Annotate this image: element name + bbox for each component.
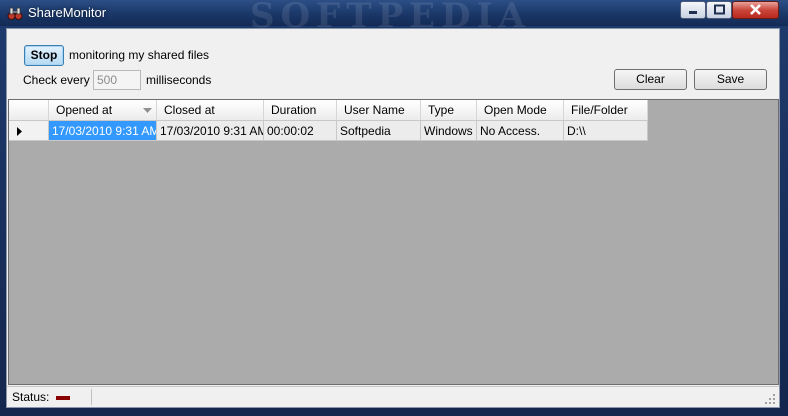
save-button[interactable]: Save xyxy=(694,69,767,90)
interval-input[interactable]: 500 xyxy=(93,70,141,90)
close-button[interactable] xyxy=(732,1,779,19)
cell-open-mode[interactable]: No Access. xyxy=(477,121,564,141)
title-bar[interactable]: SOFTPEDIA ShareMonitor xyxy=(0,0,788,36)
table-header: Opened at Closed at Duration User Name T… xyxy=(9,100,648,121)
clear-button[interactable]: Clear xyxy=(614,69,687,90)
app-window: SOFTPEDIA ShareMonitor Stop monitoring m… xyxy=(0,0,788,416)
sort-descending-icon xyxy=(143,108,152,113)
status-divider xyxy=(91,389,92,405)
cell-closed-at[interactable]: 17/03/2010 9:31 AM xyxy=(157,121,264,141)
cell-type[interactable]: Windows xyxy=(421,121,477,141)
window-title: ShareMonitor xyxy=(28,5,107,20)
minimize-button[interactable] xyxy=(680,1,706,19)
interval-unit-label: milliseconds xyxy=(146,73,212,87)
row-header[interactable] xyxy=(9,121,49,141)
status-label: Status: xyxy=(12,390,50,404)
column-header-opened-at[interactable]: Opened at xyxy=(49,100,157,120)
check-every-label: Check every xyxy=(23,73,90,87)
column-header-closed-at[interactable]: Closed at xyxy=(157,100,264,120)
table-row[interactable]: 17/03/2010 9:31 AM 17/03/2010 9:31 AM 00… xyxy=(9,121,648,141)
column-header-file-folder[interactable]: File/Folder xyxy=(564,100,648,120)
cell-opened-at[interactable]: 17/03/2010 9:31 AM xyxy=(49,121,157,141)
close-icon xyxy=(750,4,761,15)
cell-file-folder[interactable]: D:\\ xyxy=(564,121,648,141)
column-header-open-mode[interactable]: Open Mode xyxy=(477,100,564,120)
cell-duration[interactable]: 00:00:02 xyxy=(264,121,337,141)
file-access-table[interactable]: Opened at Closed at Duration User Name T… xyxy=(8,99,779,385)
column-header-type[interactable]: Type xyxy=(421,100,477,120)
cell-user-name[interactable]: Softpedia xyxy=(337,121,421,141)
column-header-duration[interactable]: Duration xyxy=(264,100,337,120)
status-indicator xyxy=(56,396,70,400)
maximize-button[interactable] xyxy=(706,1,732,19)
monitor-status-text: monitoring my shared files xyxy=(69,48,210,62)
maximize-icon xyxy=(714,4,725,15)
current-row-arrow-icon xyxy=(17,127,22,136)
status-bar: Status: xyxy=(7,386,779,407)
column-header-label: Opened at xyxy=(56,103,113,117)
stop-button[interactable]: Stop xyxy=(24,45,64,66)
column-header-user-name[interactable]: User Name xyxy=(337,100,421,120)
main-panel: Stop monitoring my shared files Check ev… xyxy=(6,28,780,408)
header-corner xyxy=(9,100,49,120)
binoculars-icon[interactable] xyxy=(7,5,23,21)
minimize-icon xyxy=(689,11,697,14)
resize-grip-icon[interactable] xyxy=(765,394,776,405)
